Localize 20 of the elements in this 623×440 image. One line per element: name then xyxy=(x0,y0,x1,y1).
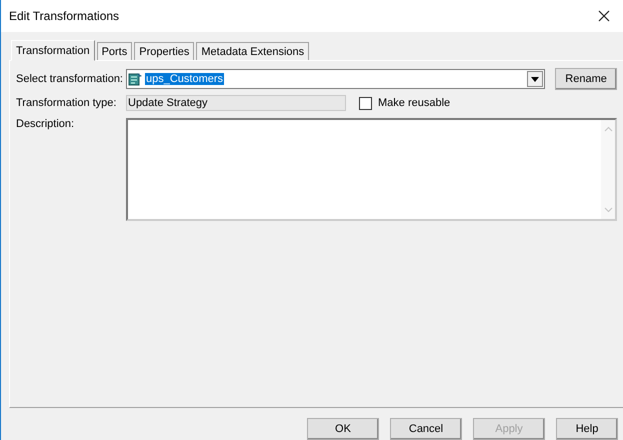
field-label: Transformation type: xyxy=(16,97,118,109)
field-label: Description: xyxy=(16,118,76,130)
description-field[interactable] xyxy=(126,118,617,221)
tab[interactable]: Ports xyxy=(96,42,132,60)
transformation-type-field: Update Strategy xyxy=(126,95,346,111)
dialog-button[interactable]: OK xyxy=(307,418,379,440)
checkbox-label: Make reusable xyxy=(378,97,450,109)
window-title: Edit Transformations xyxy=(9,9,120,23)
selected-value: ups_Customers xyxy=(145,73,224,85)
rename-button[interactable]: Rename xyxy=(555,68,617,90)
dialog-button[interactable]: Cancel xyxy=(390,418,462,440)
tab[interactable]: Transformation xyxy=(11,40,95,61)
transformation-icon xyxy=(128,71,144,87)
tab[interactable]: Metadata Extensions xyxy=(196,42,310,60)
transformation-dropdown[interactable]: ups_Customers xyxy=(126,69,546,89)
dialog-button[interactable]: Help xyxy=(556,418,618,440)
field-label: Select transformation: xyxy=(16,73,124,85)
close-icon[interactable] xyxy=(598,10,610,22)
make-reusable-checkbox[interactable] xyxy=(359,96,372,110)
tab[interactable]: Properties xyxy=(134,42,194,60)
